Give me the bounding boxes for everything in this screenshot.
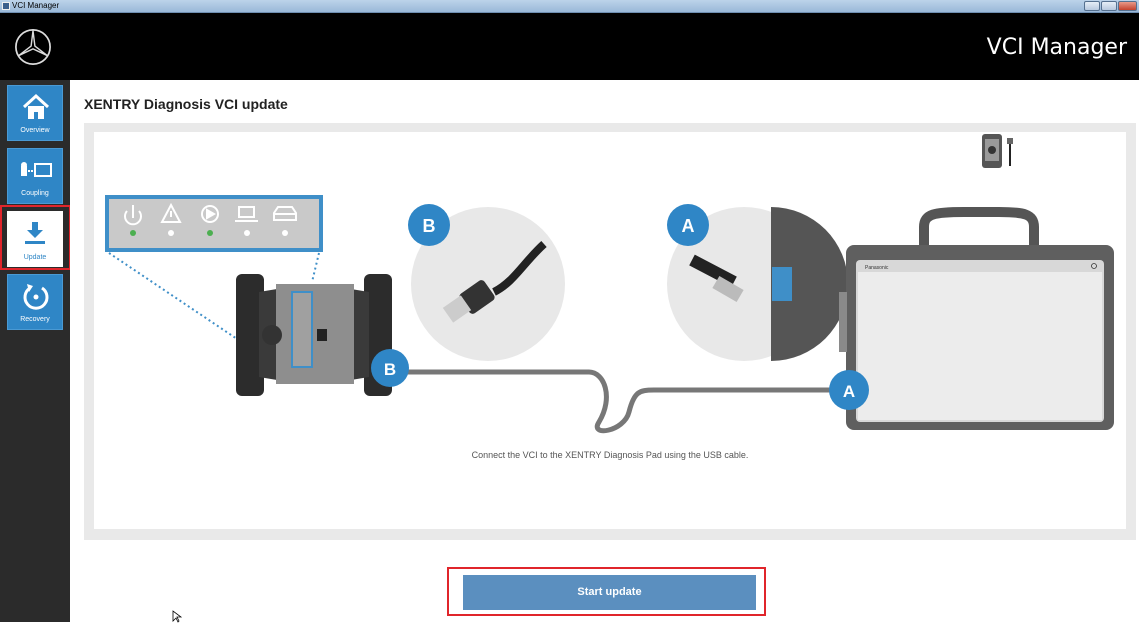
window-title: VCI Manager <box>12 1 60 10</box>
svg-text:B: B <box>423 216 436 236</box>
mercedes-star-icon <box>15 29 51 65</box>
svg-text:A: A <box>843 382 855 401</box>
minimize-button[interactable] <box>1084 1 1100 11</box>
close-button[interactable] <box>1118 1 1137 11</box>
sidebar-item-label: Recovery <box>20 316 50 323</box>
badge-a-cable: A <box>829 370 869 410</box>
tablet-brand-label: Panasonic <box>865 265 889 271</box>
badge-a: A <box>667 204 709 246</box>
sidebar: Overview Coupling Update Recovery <box>0 80 70 622</box>
vci-device-image <box>236 274 392 396</box>
svg-text:A: A <box>682 216 695 236</box>
sidebar-item-label: Overview <box>20 127 50 134</box>
window-titlebar: VCI Manager <box>0 0 1139 13</box>
svg-text:B: B <box>384 360 396 379</box>
usb-cable <box>384 369 834 434</box>
app-header: VCI Manager <box>0 13 1139 80</box>
vci-device-small-icon <box>982 134 1013 168</box>
start-update-button[interactable]: Start update <box>463 575 756 610</box>
maximize-button[interactable] <box>1101 1 1117 11</box>
badge-b-cable: B <box>371 349 409 387</box>
illustration-panel: Panasonic B B A A Connect the VCI to the… <box>84 123 1136 540</box>
home-icon <box>22 93 50 119</box>
page-title: XENTRY Diagnosis VCI update <box>84 96 288 112</box>
start-button-highlight: Start update <box>447 567 766 616</box>
update-highlight-frame <box>0 205 71 270</box>
sidebar-item-label: Coupling <box>21 190 49 197</box>
badge-b: B <box>408 204 450 246</box>
sidebar-item-overview[interactable]: Overview <box>7 85 63 141</box>
app-icon <box>2 2 10 10</box>
status-led-panel <box>105 195 323 252</box>
coupling-icon <box>21 162 52 177</box>
instruction-caption: Connect the VCI to the XENTRY Diagnosis … <box>471 450 749 460</box>
recovery-icon <box>23 284 49 310</box>
mouse-cursor-icon <box>172 610 182 623</box>
connection-illustration: Panasonic B B A A <box>105 134 1114 434</box>
tablet-image: Panasonic <box>839 207 1114 430</box>
main-content: XENTRY Diagnosis VCI update Panasonic B … <box>70 80 1139 622</box>
sidebar-item-recovery[interactable]: Recovery <box>7 274 63 330</box>
app-title: VCI Manager <box>986 35 1127 60</box>
sidebar-item-coupling[interactable]: Coupling <box>7 148 63 204</box>
